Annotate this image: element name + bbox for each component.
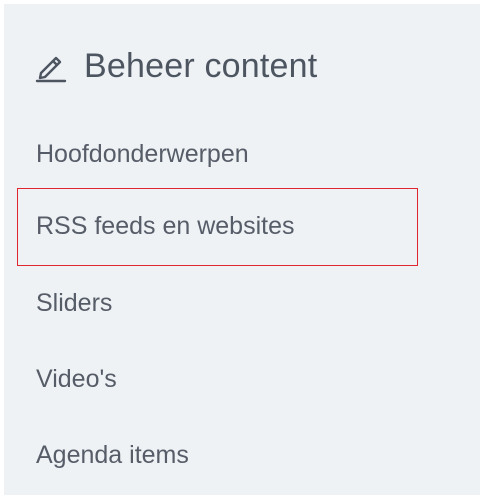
- panel-header: Beheer content: [34, 42, 317, 90]
- content-management-panel: Beheer content Hoofdonderwerpen RSS feed…: [4, 4, 480, 495]
- pencil-icon: [34, 49, 68, 83]
- menu-item-sliders[interactable]: Sliders: [36, 283, 112, 323]
- panel-title: Beheer content: [84, 46, 318, 85]
- menu-item-videos[interactable]: Video's: [36, 359, 117, 399]
- menu-item-hoofdonderwerpen[interactable]: Hoofdonderwerpen: [36, 134, 249, 174]
- menu-item-rss-feeds-en-websites[interactable]: RSS feeds en websites: [36, 206, 294, 246]
- menu-item-agenda-items[interactable]: Agenda items: [36, 435, 189, 475]
